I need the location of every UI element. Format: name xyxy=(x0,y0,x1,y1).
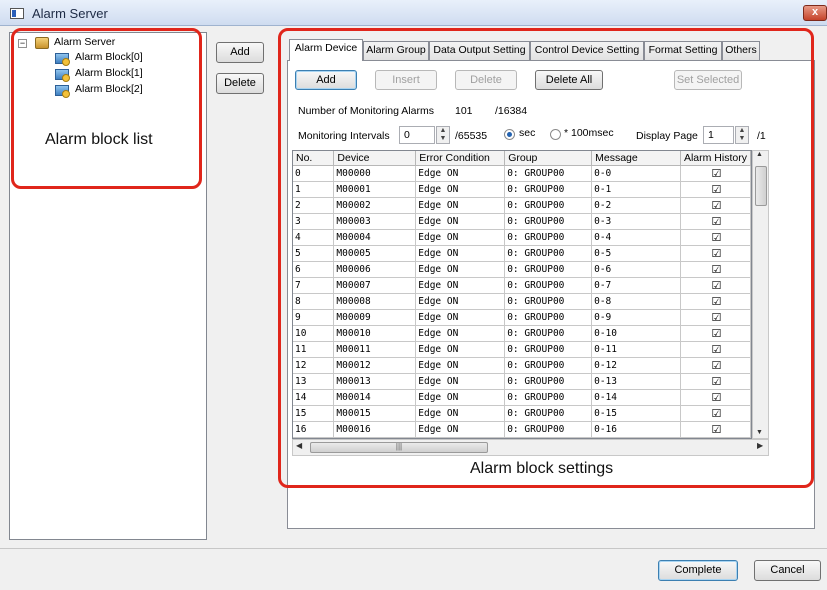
footer-separator xyxy=(0,548,827,549)
cancel-button[interactable]: Cancel xyxy=(754,560,821,581)
window-title: Alarm Server xyxy=(32,6,108,21)
complete-button[interactable]: Complete xyxy=(658,560,738,581)
close-button[interactable]: x xyxy=(803,5,827,21)
delete-block-button[interactable]: Delete xyxy=(216,73,264,94)
app-icon xyxy=(10,8,24,19)
add-block-button[interactable]: Add xyxy=(216,42,264,63)
tab-alarm-device[interactable]: Alarm Device xyxy=(289,39,363,61)
callout-label-block-list: Alarm block list xyxy=(45,131,153,148)
callout-alarm-block-settings xyxy=(278,28,814,488)
callout-alarm-block-list xyxy=(11,28,202,189)
title-bar xyxy=(0,0,827,26)
callout-label-block-settings: Alarm block settings xyxy=(470,460,614,477)
